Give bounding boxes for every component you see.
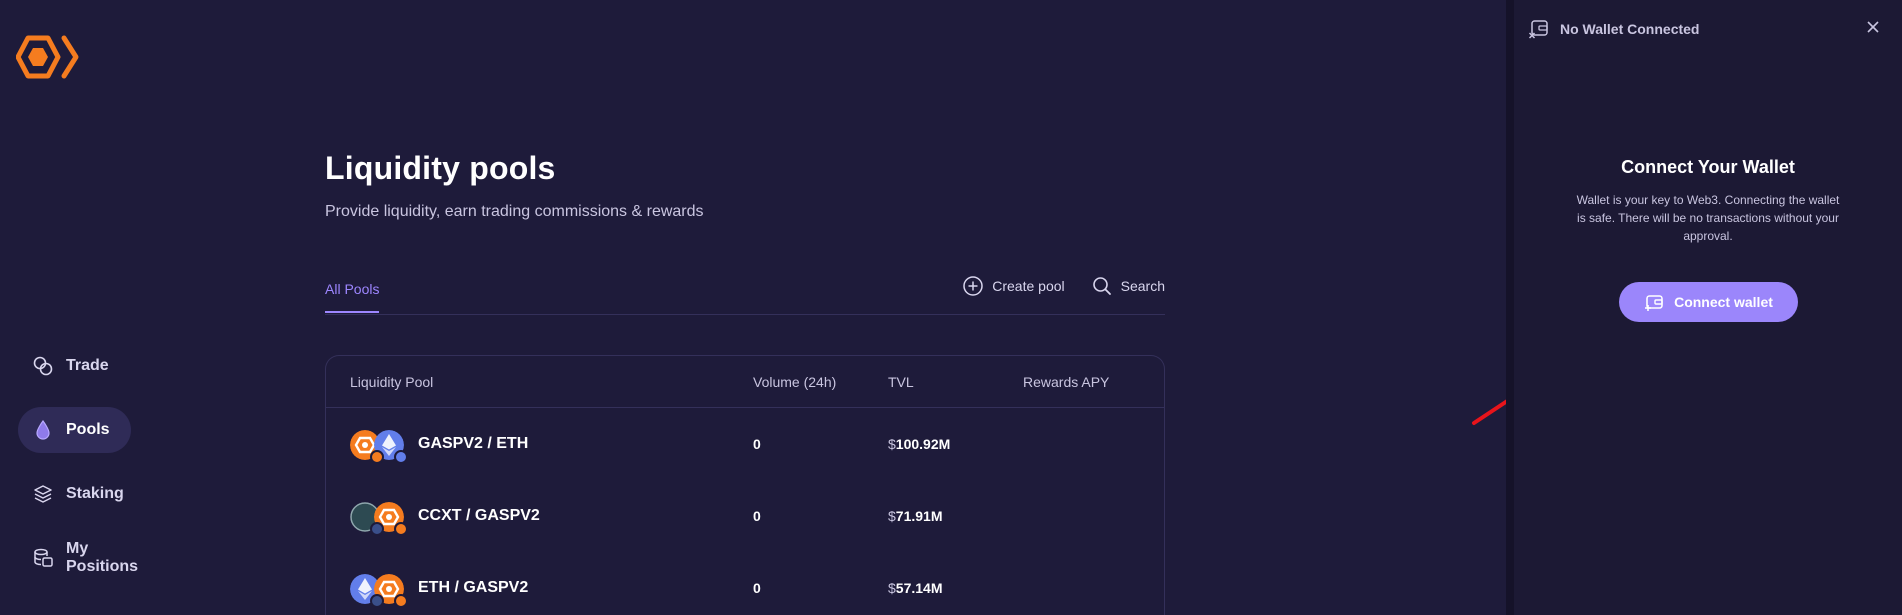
sidebar-nav: Trade Pools Staking My Positions xyxy=(18,343,178,599)
tvl-value: 100.92M xyxy=(895,436,951,452)
pair-token-icons xyxy=(350,568,416,608)
column-volume[interactable]: Volume (24h) xyxy=(753,374,888,390)
sidebar-item-my-positions[interactable]: My Positions xyxy=(18,535,178,581)
pools-content: Liquidity pools Provide liquidity, earn … xyxy=(325,150,1165,615)
tvl-value: 57.14M xyxy=(895,580,943,596)
pool-volume: 0 xyxy=(753,580,761,596)
create-pool-label: Create pool xyxy=(992,278,1065,294)
pool-tvl: $100.92M xyxy=(888,436,1023,452)
drop-icon xyxy=(32,419,54,441)
tvl-value: 71.91M xyxy=(895,508,943,524)
connect-wallet-label: Connect wallet xyxy=(1674,294,1773,310)
network-badge-icon xyxy=(394,594,408,608)
search-icon xyxy=(1092,277,1111,295)
pool-volume: 0 xyxy=(753,436,761,452)
pool-toolbar: Create pool Search xyxy=(962,275,1165,297)
sidebar-item-pools[interactable]: Pools xyxy=(18,407,131,453)
pool-volume: 0 xyxy=(753,508,761,524)
table-row[interactable]: CCXT / GASPV2 0 $71.91M xyxy=(326,480,1164,552)
tvl-currency: $ xyxy=(888,436,896,452)
network-badge-icon xyxy=(394,450,408,464)
main-area: Trade Pools Staking My Positions Liquidi… xyxy=(0,0,1497,615)
close-icon xyxy=(1867,21,1879,33)
table-header: Liquidity Pool Volume (24h) TVL Rewards … xyxy=(326,356,1164,408)
database-icon xyxy=(32,547,54,569)
plus-circle-icon xyxy=(963,276,983,296)
column-liquidity-pool[interactable]: Liquidity Pool xyxy=(350,374,753,390)
table-row[interactable]: GASPV2 / ETH 0 $100.92M xyxy=(326,408,1164,480)
column-tvl[interactable]: TVL xyxy=(888,374,1023,390)
trade-icon xyxy=(32,355,54,377)
close-panel-button[interactable] xyxy=(1866,20,1880,39)
create-pool-button[interactable]: Create pool xyxy=(962,275,1065,297)
tab-all-pools[interactable]: All Pools xyxy=(325,281,380,313)
tvl-currency: $ xyxy=(888,508,896,524)
tvl-currency: $ xyxy=(888,580,896,596)
sidebar-item-label: Pools xyxy=(66,421,110,438)
table-row[interactable]: ETH / GASPV2 0 $57.14M xyxy=(326,552,1164,615)
pool-pair: CCXT / GASPV2 xyxy=(350,496,753,536)
pool-tabs: All Pools Create pool Search xyxy=(325,275,1165,315)
search-label: Search xyxy=(1120,278,1165,294)
pool-pair-name: ETH / GASPV2 xyxy=(418,579,529,596)
pool-pair-name: GASPV2 / ETH xyxy=(418,435,529,452)
pool-tvl: $57.14M xyxy=(888,580,1023,596)
connect-wallet-title: Connect Your Wallet xyxy=(1621,157,1795,177)
network-badge-icon xyxy=(370,522,384,536)
sidebar-item-label: Trade xyxy=(66,357,109,374)
pool-pair: GASPV2 / ETH xyxy=(350,424,753,464)
pair-token-icons xyxy=(350,424,416,464)
wallet-add-icon xyxy=(1645,295,1663,311)
sidebar-item-staking[interactable]: Staking xyxy=(18,471,178,517)
network-badge-icon xyxy=(394,522,408,536)
pool-tvl: $71.91M xyxy=(888,508,1023,524)
page-subtitle: Provide liquidity, earn trading commissi… xyxy=(325,203,704,220)
sidebar-item-label: My Positions xyxy=(66,540,139,575)
gasp-logo[interactable] xyxy=(16,34,88,80)
connect-wallet-description: Wallet is your key to Web3. Connecting t… xyxy=(1576,193,1840,243)
page-title: Liquidity pools xyxy=(325,150,556,186)
sidebar-item-label: Staking xyxy=(66,485,124,502)
wallet-disconnected-icon xyxy=(1528,20,1548,39)
pool-pair-name: CCXT / GASPV2 xyxy=(418,507,540,524)
wallet-status-label: No Wallet Connected xyxy=(1560,21,1700,37)
pools-table: Liquidity Pool Volume (24h) TVL Rewards … xyxy=(325,355,1165,615)
wallet-status: No Wallet Connected xyxy=(1528,18,1700,40)
network-badge-icon xyxy=(370,594,384,608)
pool-pair: ETH / GASPV2 xyxy=(350,568,753,608)
wallet-panel: No Wallet Connected Connect Your Wallet … xyxy=(1506,0,1902,615)
connect-wallet-button[interactable]: Connect wallet xyxy=(1619,282,1798,322)
pair-token-icons xyxy=(350,496,416,536)
search-button[interactable]: Search xyxy=(1091,275,1165,297)
layers-icon xyxy=(32,483,54,505)
column-rewards-apy[interactable]: Rewards APY xyxy=(1023,374,1153,390)
sidebar-item-trade[interactable]: Trade xyxy=(18,343,178,389)
network-badge-icon xyxy=(370,450,384,464)
